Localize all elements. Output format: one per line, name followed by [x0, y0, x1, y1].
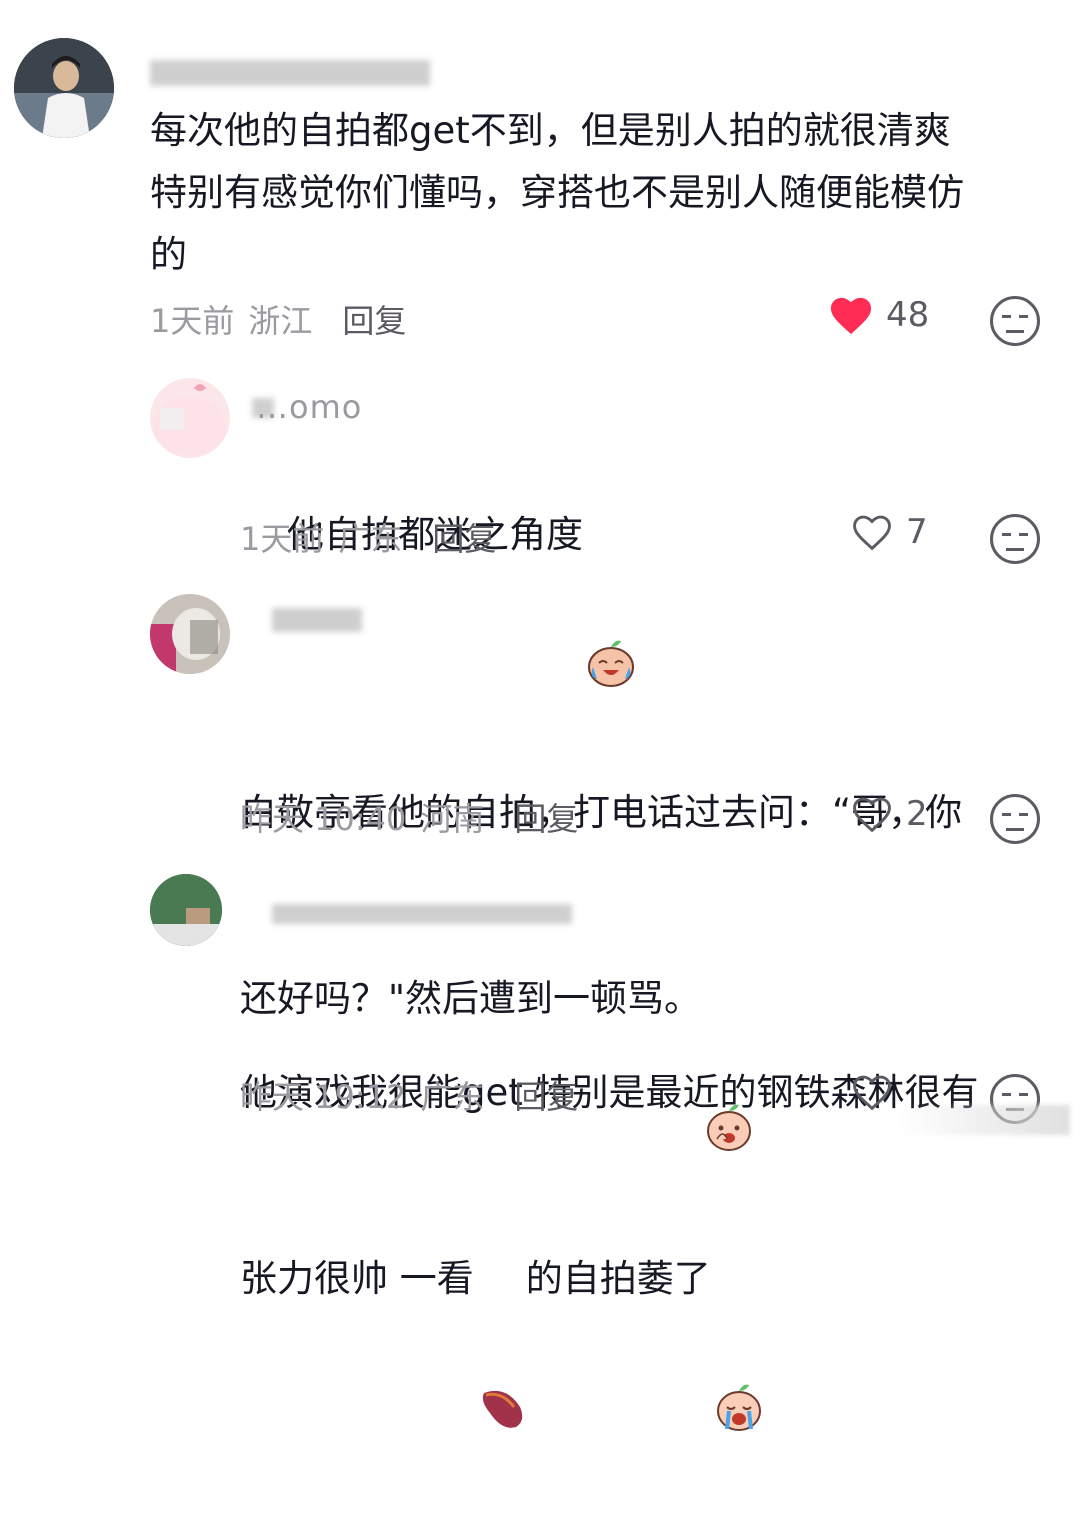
- comment-meta: 1天前 广东 回复: [240, 514, 496, 560]
- avatar[interactable]: [150, 378, 230, 458]
- comment-meta: 昨天 10:40 河南 回复: [240, 794, 578, 840]
- comment-time: 昨天 10:40: [240, 800, 407, 838]
- comment-text: 他演戏我很能get 特别是最近的钢铁森林很有 张力很帅 一看 的自拍萎了: [240, 938, 1060, 1434]
- avatar-photo-icon: [150, 594, 230, 674]
- neutral-face-icon[interactable]: [990, 296, 1040, 346]
- comment-text-line-wrap: 张力很帅 一看 的自拍萎了: [240, 1248, 1060, 1431]
- like-button[interactable]: 2: [850, 794, 928, 834]
- comment-time: 1天前: [150, 302, 235, 340]
- like-count: 2: [906, 794, 928, 834]
- heart-outline-icon: [853, 1075, 891, 1111]
- avatar[interactable]: [150, 594, 230, 674]
- avatar-person-icon: [14, 38, 114, 138]
- like-button[interactable]: 48: [828, 294, 929, 336]
- comment-location: 广东: [420, 1078, 485, 1116]
- comment-item: 白敬亭看他的自拍，打电话过去问：“哥，你 还好吗？"然后遭到一顿骂。 昨天 10…: [0, 590, 1080, 1151]
- comment-location: 广东: [338, 520, 403, 558]
- like-count: 7: [906, 512, 928, 552]
- neutral-face-icon[interactable]: [990, 794, 1040, 844]
- comment-meta: 昨天 19:12 广东 回复: [240, 1072, 578, 1118]
- username-redacted[interactable]: [150, 60, 430, 86]
- reply-button[interactable]: 回复: [514, 1072, 578, 1118]
- heart-outline-icon: [853, 515, 891, 551]
- heart-outline-icon: [853, 797, 891, 833]
- comment-time: 1天前: [240, 520, 325, 558]
- comment-text-line: 的自拍萎了: [525, 1257, 711, 1300]
- laughing-crying-sticker-icon: [585, 513, 635, 687]
- username[interactable]: …omo: [256, 388, 362, 426]
- crying-sticker-icon: [713, 1257, 761, 1431]
- comment-item: 每次他的自拍都get不到，但是别人拍的就很清爽 特别有感觉你们懂吗，穿搭也不是别…: [0, 0, 1080, 360]
- avatar-photo-icon: [150, 874, 222, 946]
- reply-button[interactable]: 回复: [432, 514, 496, 560]
- comment-location: 河南: [420, 800, 485, 838]
- heart-filled-icon: [830, 297, 872, 335]
- comment-time: 昨天 19:12: [240, 1078, 407, 1116]
- sweet-potato-icon: [476, 1257, 524, 1428]
- like-count: 48: [886, 295, 930, 335]
- comment-item: …omo 他自拍都迷之角度 1天前 广东 回复 7: [0, 370, 1080, 687]
- username-redacted[interactable]: [272, 904, 572, 924]
- avatar[interactable]: [150, 874, 222, 946]
- reply-button[interactable]: 回复: [342, 296, 406, 342]
- watermark: [900, 1105, 1070, 1135]
- comment-text: 每次他的自拍都get不到，但是别人拍的就很清爽 特别有感觉你们懂吗，穿搭也不是别…: [150, 109, 964, 276]
- avatar[interactable]: [14, 38, 114, 138]
- comment-text-line: 张力很帅 一看: [240, 1257, 474, 1300]
- comment-meta: 1天前 浙江 回复: [150, 296, 406, 342]
- neutral-face-icon[interactable]: [990, 514, 1040, 564]
- like-button[interactable]: [850, 1072, 906, 1112]
- comment-location: 浙江: [248, 302, 313, 340]
- like-button[interactable]: 7: [850, 512, 928, 552]
- avatar-cartoon-icon: [154, 384, 226, 456]
- reply-button[interactable]: 回复: [514, 794, 578, 840]
- username-redacted[interactable]: [272, 608, 362, 632]
